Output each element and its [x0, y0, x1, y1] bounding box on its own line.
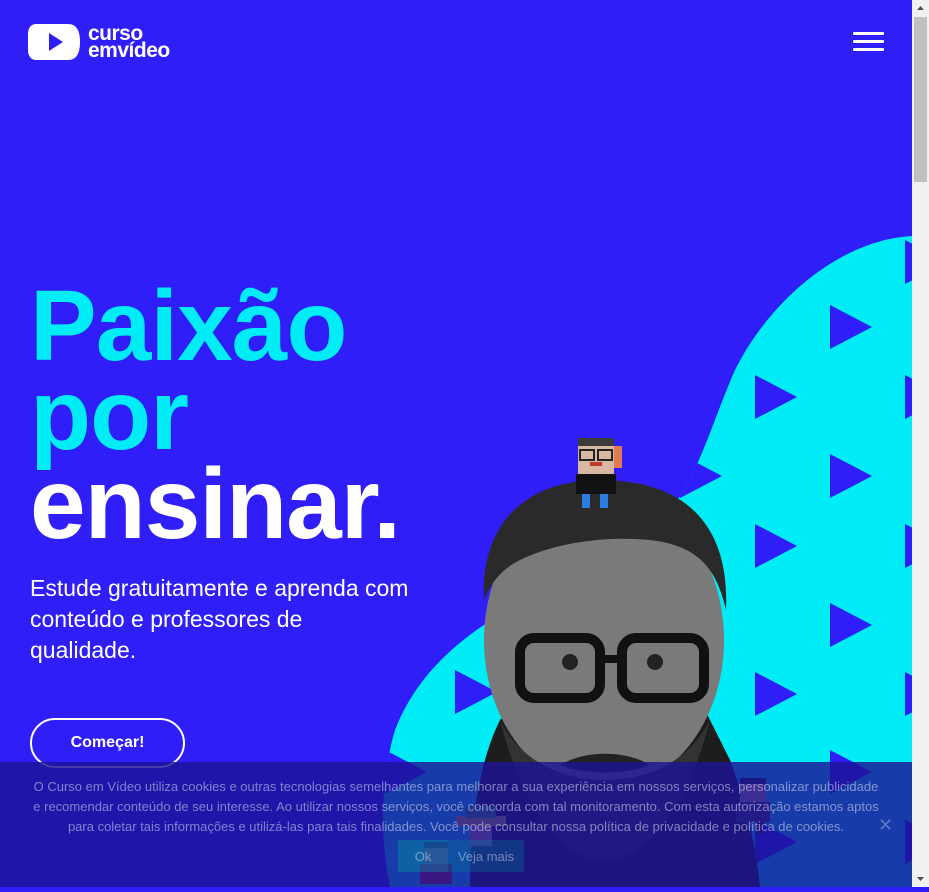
- cookie-more-button[interactable]: Veja mais: [448, 840, 524, 872]
- play-pattern-icon: [905, 375, 912, 419]
- play-pattern-icon: [905, 240, 912, 284]
- logo-wordmark: curso emvídeo: [88, 23, 170, 62]
- hero-title-line2: por: [30, 359, 189, 471]
- scrollbar-thumb[interactable]: [914, 17, 927, 182]
- play-pattern-icon: [905, 524, 912, 568]
- scroll-up-icon[interactable]: [912, 0, 929, 17]
- cookie-ok-button[interactable]: Ok: [398, 840, 448, 872]
- hero-title: Paixão por ensinar.: [30, 270, 401, 560]
- hero-title-line1: Paixão: [30, 270, 347, 382]
- cookie-banner: O Curso em Vídeo utiliza cookies e outra…: [0, 762, 912, 887]
- cookie-text: O Curso em Vídeo utiliza cookies e outra…: [33, 779, 879, 834]
- page: curso emvídeo Paixão por ensinar. Estude…: [0, 0, 912, 887]
- scrollbar[interactable]: [912, 0, 929, 887]
- scroll-down-icon[interactable]: [912, 870, 929, 887]
- start-button[interactable]: Começar!: [30, 718, 185, 768]
- hero-title-line3: ensinar.: [30, 448, 401, 560]
- logo-line2: emvídeo: [88, 39, 170, 62]
- play-pattern-icon: [905, 672, 912, 716]
- play-icon: [28, 22, 80, 62]
- hamburger-menu-icon[interactable]: [853, 30, 885, 54]
- brand-logo[interactable]: curso emvídeo: [28, 22, 170, 62]
- hero-subtitle: Estude gratuitamente e aprenda com conte…: [30, 575, 409, 663]
- close-icon[interactable]: ✕: [878, 815, 893, 836]
